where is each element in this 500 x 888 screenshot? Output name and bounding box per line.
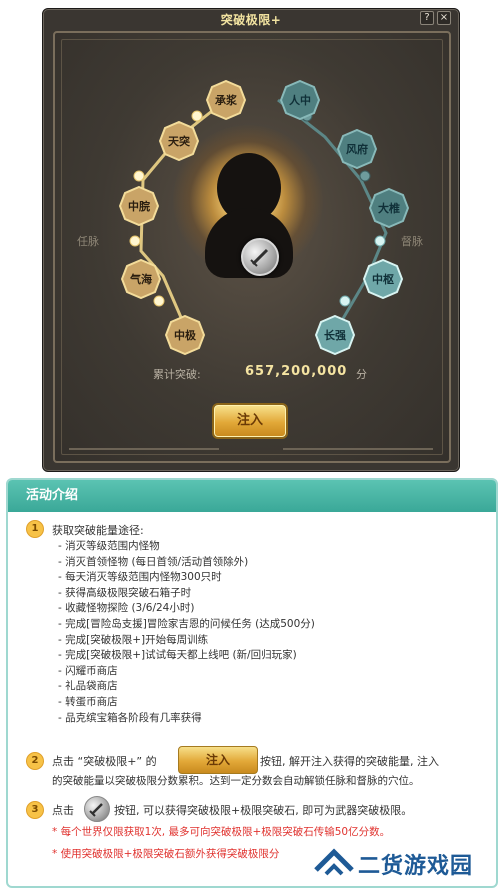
total-breakthrough-unit: 分 [356, 368, 367, 381]
sword-extract-button[interactable] [241, 238, 279, 276]
meridian-node-chengjiang[interactable]: 承浆 [206, 80, 246, 120]
ornament-right [283, 448, 433, 450]
list-item: - 完成[冒险岛支援]冒险家吉恩的问候任务 (达成500分) [58, 617, 315, 630]
list-item: - 闪耀币商店 [58, 664, 118, 677]
sword-icon [250, 248, 269, 267]
meridian-node-renzhong[interactable]: 人中 [280, 80, 320, 120]
step-badge-3: 3 [26, 801, 44, 819]
list-item: - 完成[突破极限+]开始每周训练 [58, 633, 209, 646]
meridian-node-tiantu[interactable]: 天突 [159, 121, 199, 161]
watermark: 二货游戏园 [308, 842, 494, 882]
total-breakthrough-value: 657,200,000 [245, 364, 348, 379]
node-label: 长强 [324, 329, 346, 342]
node-label: 天突 [168, 135, 190, 148]
section3-note2: * 使用突破极限+极限突破石额外获得突破极限分 [52, 848, 280, 860]
meridian-node-zhongwan[interactable]: 中脘 [119, 186, 159, 226]
step-badge-1: 1 [26, 520, 44, 538]
list-item: - 获得高级极限突破石箱子时 [58, 586, 192, 599]
section3-note1: * 每个世界仅限获取1次, 最多可向突破极限+极限突破石传输50亿分数。 [52, 826, 391, 838]
du-meridian-label: 督脉 [401, 235, 423, 248]
window-controls: ? × [420, 11, 451, 25]
node-label: 大椎 [378, 202, 400, 215]
total-breakthrough-label: 累计突破: [153, 368, 201, 381]
inject-button-illustration: 注入 [178, 746, 258, 774]
node-label: 中极 [174, 329, 196, 342]
section3-text: 按钮, 可以获得突破极限+极限突破石, 即可为武器突破极限。 [114, 804, 413, 817]
node-label: 中枢 [372, 273, 394, 286]
list-item: - 每天消灭等级范围内怪物300只时 [58, 571, 222, 584]
meridian-node-dazhui[interactable]: 大椎 [369, 188, 409, 228]
node-label: 气海 [130, 273, 152, 286]
watermark-logo-icon [314, 848, 354, 876]
sword-icon [84, 796, 110, 822]
list-item: - 完成[突破极限+]试试每天都上线吧 (新/回归玩家) [58, 649, 297, 662]
help-icon[interactable]: ? [420, 11, 434, 25]
section3-prefix: 点击 [52, 804, 74, 817]
node-label: 中脘 [128, 200, 150, 213]
inject-button[interactable]: 注入 [214, 405, 286, 437]
section2-line2: 的突破能量以突破极限分数累积。达到一定分数会自动解锁任脉和督脉的穴位。 [52, 775, 420, 787]
section2-line1: 按钮, 解开注入获得的突破能量, 注入 [260, 755, 439, 768]
list-item: - 礼品袋商店 [58, 680, 118, 693]
section1-title: 获取突破能量途径: [52, 524, 144, 537]
watermark-text: 二货游戏园 [358, 854, 474, 879]
energy-sources-list: - 消灭等级范围内怪物 - 消灭首领怪物 (每日首领/活动首领除外) - 每天消… [58, 539, 315, 726]
node-label: 风府 [346, 143, 368, 156]
list-item: - 收藏怪物探险 (3/6/24小时) [58, 602, 195, 615]
list-item: - 转蛋币商店 [58, 695, 118, 708]
intro-title: 活动介绍 [8, 480, 496, 512]
activity-intro: 活动介绍 1 获取突破能量途径: - 消灭等级范围内怪物 - 消灭首领怪物 (每… [6, 478, 498, 888]
close-icon[interactable]: × [437, 11, 451, 25]
ornament-left [69, 448, 219, 450]
node-label: 人中 [289, 94, 311, 107]
step-badge-2: 2 [26, 752, 44, 770]
ren-meridian-label: 任脉 [77, 235, 99, 248]
section2-prefix: 点击 “突破极限+” 的 [52, 755, 157, 768]
list-item: - 消灭首领怪物 (每日首领/活动首领除外) [58, 555, 249, 568]
breakthrough-window: 突破极限+ ? × 承浆 天突 中脘 气海 中极 人中 风府 大椎 中枢 长强 … [42, 8, 460, 472]
meridian-panel: 承浆 天突 中脘 气海 中极 人中 风府 大椎 中枢 长强 任脉 督脉 累计突破… [53, 31, 451, 463]
list-item: - 消灭等级范围内怪物 [58, 540, 160, 552]
meridian-node-changqiang[interactable]: 长强 [315, 315, 355, 355]
list-item: - 品克缤宝箱各阶段有几率获得 [58, 711, 202, 724]
meridian-node-fengfu[interactable]: 风府 [337, 129, 377, 169]
meridian-node-zhongji[interactable]: 中极 [165, 315, 205, 355]
meridian-node-zhongshu[interactable]: 中枢 [363, 259, 403, 299]
meridian-node-qihai[interactable]: 气海 [121, 259, 161, 299]
node-label: 承浆 [215, 94, 237, 107]
window-title: 突破极限+ [220, 13, 282, 27]
